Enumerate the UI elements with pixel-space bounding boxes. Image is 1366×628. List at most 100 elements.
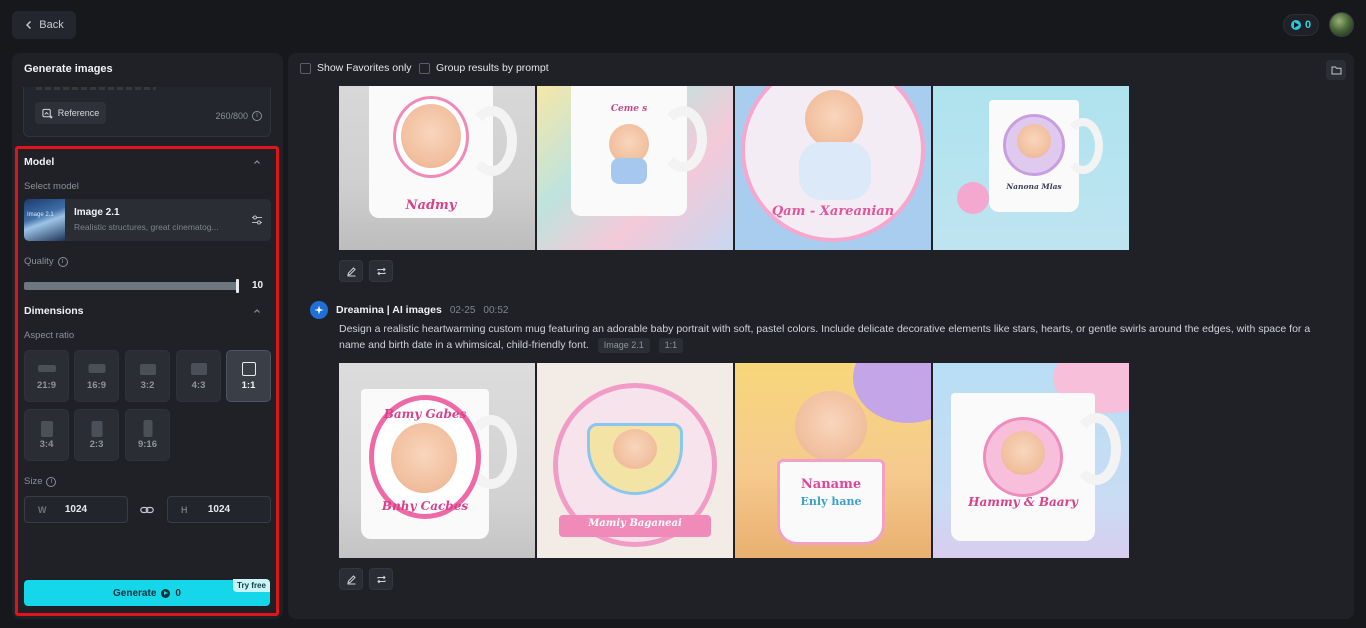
folder-icon <box>1331 66 1341 75</box>
size-info-icon[interactable]: i <box>46 476 57 487</box>
ratio-21-9[interactable]: 21:9 <box>24 350 69 402</box>
ratio-4-3[interactable]: 4:3 <box>176 350 221 402</box>
baby-face <box>1001 431 1045 475</box>
dreamina-logo-icon <box>310 301 328 319</box>
repeat-icon <box>376 267 386 275</box>
prompt-text-block: Design a realistic heartwarming custom m… <box>339 321 1329 353</box>
quality-label: Quality i <box>24 256 68 267</box>
width-input[interactable]: W 1024 <box>24 496 128 523</box>
prompt-text: Design a realistic heartwarming custom m… <box>339 323 1311 351</box>
back-button[interactable]: Back <box>12 11 76 39</box>
quality-info-icon[interactable]: i <box>57 256 68 267</box>
credit-coin-icon <box>161 588 171 598</box>
show-favorites-toggle[interactable]: Show Favorites only <box>300 62 412 74</box>
credits-count: 0 <box>1304 19 1312 31</box>
reference-label: Reference <box>57 108 100 118</box>
ratio-label: 16:9 <box>86 380 106 391</box>
pencil-icon <box>346 574 356 584</box>
baby-body <box>611 158 647 184</box>
ratio-3-4[interactable]: 3:4 <box>24 409 69 461</box>
mug-caption-top: Naname <box>800 477 862 492</box>
model-description: Realistic structures, great cinematog... <box>74 222 219 232</box>
credits-badge[interactable]: 0 <box>1283 14 1319 36</box>
chevron-up-icon[interactable] <box>253 307 261 315</box>
badge-caption: Qam - Xareanian <box>771 204 895 219</box>
mug-caption-bottom: Bnhy Cacbes <box>381 499 469 513</box>
regenerate-button[interactable] <box>369 568 393 590</box>
checkbox[interactable] <box>300 62 311 74</box>
height-input[interactable]: H 1024 <box>167 496 271 523</box>
folder-button[interactable] <box>1326 60 1346 80</box>
ratio-shape <box>37 365 56 372</box>
height-value: 1024 <box>207 504 231 515</box>
results-panel: Show Favorites only Group results by pro… <box>288 53 1354 619</box>
model-section-title: Model <box>24 156 55 168</box>
ratio-shape <box>139 364 156 375</box>
baby-face <box>805 90 863 148</box>
checkbox[interactable] <box>419 62 430 74</box>
result-image[interactable]: Qam - Xareanian <box>735 86 931 250</box>
quality-slider[interactable] <box>24 282 238 290</box>
ratio-shape <box>88 364 105 373</box>
char-count: 260/800 i <box>215 111 262 121</box>
mug-caption-bottom: Enly hane <box>800 495 862 508</box>
model-name: Image 2.1 <box>74 207 120 218</box>
ratio-1-1[interactable]: 1:1 <box>226 350 271 402</box>
mug-caption: Nadmy <box>405 198 457 213</box>
ratio-3-2[interactable]: 3:2 <box>125 350 170 402</box>
dimensions-title: Dimensions <box>24 305 84 317</box>
result-image[interactable]: Naname Enly hane <box>735 363 931 558</box>
reference-button[interactable]: Reference <box>35 102 106 124</box>
ratio-label: 21:9 <box>36 380 56 391</box>
ratio-shape <box>40 421 53 437</box>
lollipop <box>957 182 989 214</box>
prompt-author: Dreamina | AI images <box>336 304 442 316</box>
prompt-input[interactable]: Reference 260/800 i <box>23 87 271 137</box>
mug-handle <box>659 106 707 172</box>
settings-sliders-icon[interactable] <box>251 214 263 226</box>
ratio-label: 4:3 <box>191 380 206 391</box>
prompt-time: 00:52 <box>483 304 509 316</box>
model-selector[interactable]: Image 2.1 Image 2.1 Realistic structures… <box>24 199 271 241</box>
baby-face <box>613 429 657 469</box>
edit-button[interactable] <box>339 568 363 590</box>
prompt-header: Dreamina | AI images 02-25 00:52 <box>310 301 508 319</box>
prompt-text-clipped <box>36 87 156 90</box>
generate-cost: 0 <box>175 587 181 599</box>
result-image[interactable]: Nadmy <box>339 86 535 250</box>
ratio-9-16[interactable]: 9:16 <box>125 409 170 461</box>
mug-caption: Hammy & Baary <box>968 495 1078 509</box>
link-icon[interactable] <box>140 504 154 516</box>
baby-body <box>799 142 871 200</box>
ratio-shape <box>143 420 152 437</box>
regenerate-button[interactable] <box>369 260 393 282</box>
group-by-prompt-toggle[interactable]: Group results by prompt <box>419 62 549 74</box>
show-favorites-label: Show Favorites only <box>317 62 412 74</box>
model-chip: Image 2.1 <box>597 338 650 353</box>
result-image[interactable]: Mamiy Baganeai <box>537 363 733 558</box>
result-row-2: Bamy Gabes Bnhy Cacbes Mamiy Baganeai Na… <box>339 363 1129 558</box>
chevron-left-icon <box>26 21 32 29</box>
avatar[interactable] <box>1329 12 1354 37</box>
mug-handle <box>1071 413 1121 485</box>
result-image[interactable]: Bamy Gabes Bnhy Cacbes <box>339 363 535 558</box>
back-label: Back <box>39 19 64 31</box>
quality-label-text: Quality <box>24 256 54 267</box>
model-thumbnail: Image 2.1 <box>24 199 65 241</box>
quality-slider-handle[interactable] <box>236 279 239 293</box>
generate-panel: Generate images Reference 260/800 i Mode… <box>12 53 283 619</box>
ratio-label: 9:16 <box>137 439 157 450</box>
size-label-text: Size <box>24 476 43 487</box>
chevron-up-icon[interactable] <box>253 158 261 166</box>
ratio-shape <box>190 363 207 375</box>
result-image[interactable]: Ceme s <box>537 86 733 250</box>
ratio-16-9[interactable]: 16:9 <box>74 350 119 402</box>
mug-caption-top: Bamy Gabes <box>383 407 467 421</box>
result-image[interactable]: Nanona Mlas <box>933 86 1129 250</box>
info-icon[interactable]: i <box>252 111 262 121</box>
ratio-2-3[interactable]: 2:3 <box>74 409 119 461</box>
edit-button[interactable] <box>339 260 363 282</box>
group-label: Group results by prompt <box>436 62 549 74</box>
panel-title: Generate images <box>24 63 113 75</box>
result-image[interactable]: Hammy & Baary <box>933 363 1129 558</box>
